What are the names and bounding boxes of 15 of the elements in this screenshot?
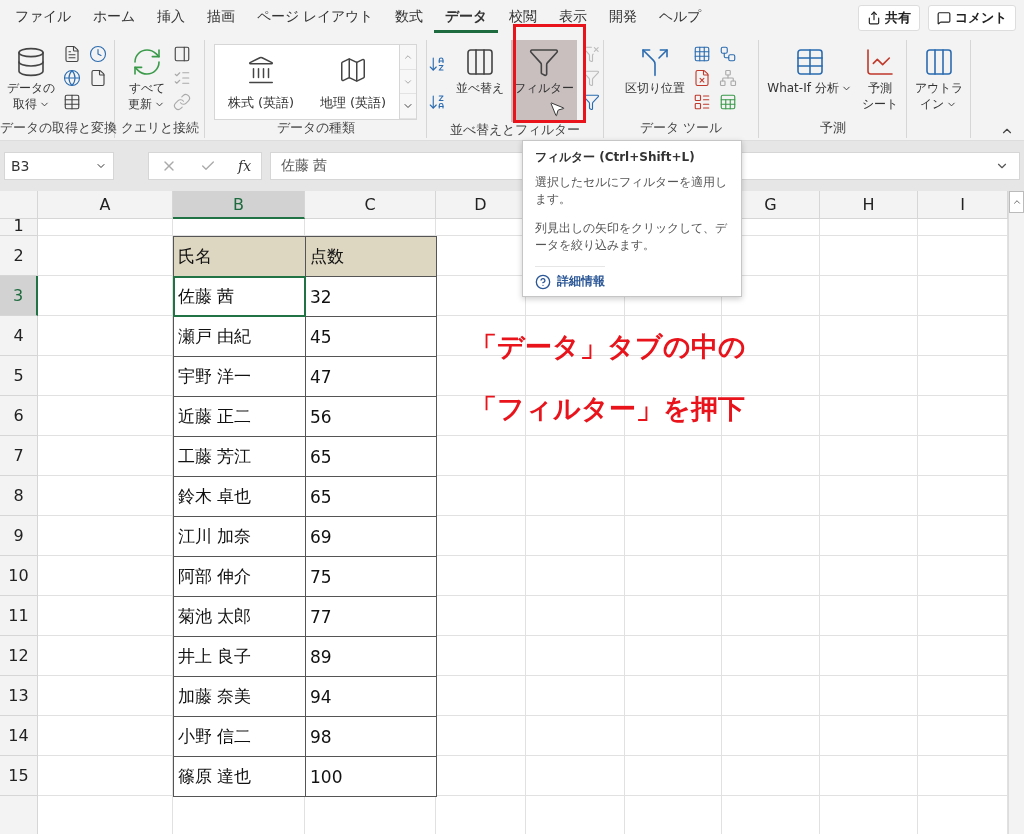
table-cell: 氏名: [173, 236, 306, 277]
group-label: データの種類: [275, 120, 356, 137]
group-label: クエリと接続: [119, 120, 200, 137]
annotation-text: 「フィルター」を押下: [470, 392, 745, 426]
group-label: データの取得と変換: [0, 120, 114, 137]
tooltip-text: 列見出しの矢印をクリックして、データを絞り込みます。: [535, 220, 728, 254]
table-cell: 佐藤 茜: [173, 276, 306, 317]
group-label: 予測: [818, 120, 847, 137]
group-label: データ ツール: [639, 120, 723, 137]
table-cell: 100: [305, 756, 437, 797]
table-cell: 篠原 達也: [173, 756, 306, 797]
tooltip-title: フィルター (Ctrl+Shift+L): [535, 149, 696, 166]
annotation-text: 「データ」タブの中の: [470, 330, 746, 364]
table-cell: 点数: [305, 236, 437, 277]
group-label: 並べ替えとフィルター: [449, 122, 581, 139]
